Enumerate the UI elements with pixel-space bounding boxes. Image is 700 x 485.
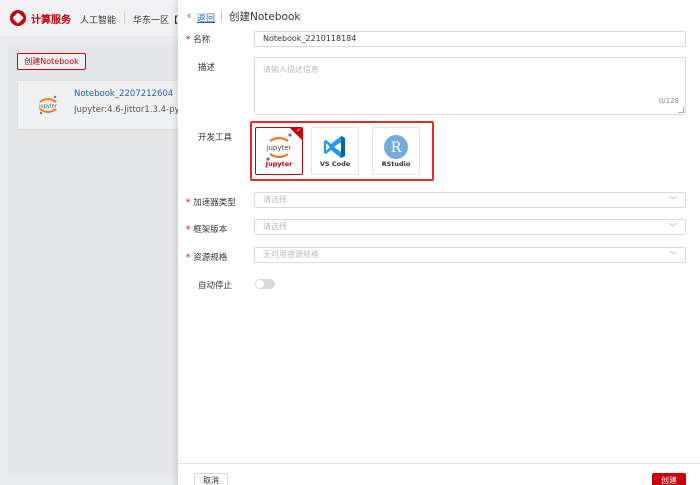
required-mark: * xyxy=(186,35,191,45)
accelerator-type-placeholder: 请选择 xyxy=(263,195,287,204)
required-mark: * xyxy=(186,198,191,208)
framework-version-placeholder: 请选择 xyxy=(263,222,287,231)
required-mark: * xyxy=(186,253,191,263)
svg-text:jupyter: jupyter xyxy=(266,144,292,152)
create-button[interactable]: 创建 xyxy=(652,473,686,485)
notebook-name-link[interactable]: Notebook_2207212604 xyxy=(74,89,173,99)
rstudio-logo-icon: R xyxy=(384,135,408,159)
brand-name: 计算服务 xyxy=(31,14,71,26)
resource-spec-select[interactable]: 无可用资源规格 ﹀ xyxy=(254,247,686,263)
framework-version-label-text: 框架版本 xyxy=(193,225,228,235)
auto-stop-label: 自动停止 xyxy=(198,281,233,291)
svg-text:R: R xyxy=(391,140,402,156)
create-notebook-drawer: ‹ 返回 创建Notebook * 名称 Notebook_2210118184 … xyxy=(178,0,700,485)
auto-stop-toggle[interactable] xyxy=(255,279,275,289)
accelerator-type-label: * 加速器类型 xyxy=(186,196,236,208)
tool-option-vscode[interactable]: VS Code xyxy=(311,127,359,175)
title-divider xyxy=(221,11,222,21)
chevron-down-icon: ﹀ xyxy=(669,251,677,260)
create-notebook-button[interactable]: 创建Notebook xyxy=(17,53,86,70)
vscode-logo-icon xyxy=(324,136,345,158)
accelerator-type-label-text: 加速器类型 xyxy=(193,198,236,208)
resource-spec-placeholder: 无可用资源规格 xyxy=(263,250,319,259)
framework-version-label: * 框架版本 xyxy=(186,223,227,235)
description-label: 描述 xyxy=(198,63,216,73)
name-label-text: 名称 xyxy=(193,35,211,45)
back-link[interactable]: 返回 xyxy=(197,11,215,24)
chevron-down-icon: ﹀ xyxy=(669,223,677,232)
required-mark: * xyxy=(186,225,191,235)
drawer-footer: 取消 创建 xyxy=(178,463,700,485)
brand-logo-icon xyxy=(10,10,26,26)
dev-tools-highlight-box: jupyter Jupyter ✓ VS Code R RStudio xyxy=(250,121,434,181)
tool-option-jupyter[interactable]: jupyter Jupyter ✓ xyxy=(255,127,303,175)
tool-label-vscode: VS Code xyxy=(319,160,351,168)
resource-spec-label: * 资源规格 xyxy=(186,251,227,263)
nav-item-ai[interactable]: 人工智能 xyxy=(80,13,116,26)
description-placeholder: 请输入描述信息 xyxy=(263,65,319,74)
chevron-down-icon: ﹀ xyxy=(669,196,677,205)
tool-label-rstudio: RStudio xyxy=(381,160,411,168)
resource-spec-label-text: 资源规格 xyxy=(193,253,228,263)
name-input[interactable]: Notebook_2210118184 xyxy=(254,31,686,47)
nav-divider xyxy=(124,12,125,24)
check-icon: ✓ xyxy=(295,127,301,134)
brand-logo[interactable]: 计算服务 xyxy=(10,10,71,26)
drawer-title: 创建Notebook xyxy=(229,11,301,23)
notebook-image-text: Jupyter:4.6-Jittor1.3.4-py3.8 xyxy=(74,105,178,115)
back-chevron-icon[interactable]: ‹ xyxy=(187,10,191,21)
cancel-button[interactable]: 取消 xyxy=(194,473,228,485)
tool-label-jupyter: Jupyter xyxy=(265,160,293,168)
svg-text:jupyter: jupyter xyxy=(38,104,58,110)
resize-handle-icon[interactable] xyxy=(678,107,684,113)
jupyter-logo-icon: jupyter xyxy=(38,95,58,115)
dev-tools-label: 开发工具 xyxy=(198,133,233,143)
description-char-counter: 0/128 xyxy=(658,97,679,105)
framework-version-select[interactable]: 请选择 ﹀ xyxy=(254,219,686,235)
name-label: * 名称 xyxy=(186,33,210,45)
description-textarea[interactable]: 请输入描述信息 0/128 xyxy=(254,57,686,115)
accelerator-type-select[interactable]: 请选择 ﹀ xyxy=(254,192,686,208)
tool-option-rstudio[interactable]: R RStudio xyxy=(372,127,420,175)
